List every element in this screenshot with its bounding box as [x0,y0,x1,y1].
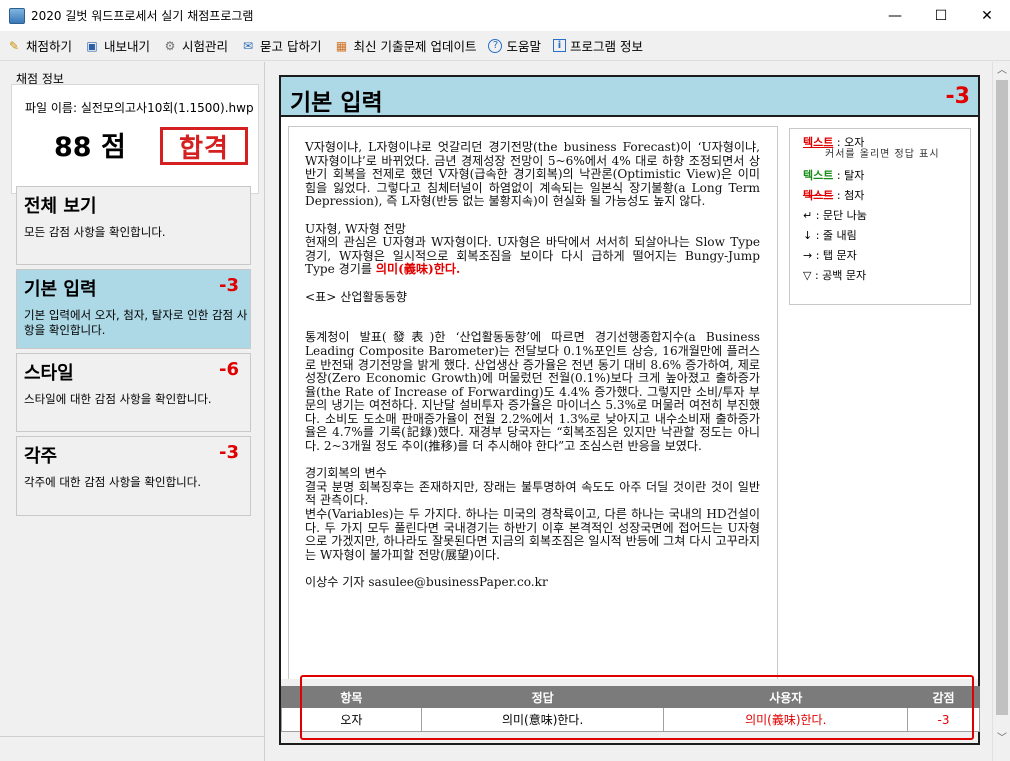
document-header: 기본 입력 -3 [281,77,978,117]
legend-tab: → : 탭 문자 [803,249,857,262]
total-score: 88 점 [54,132,126,163]
pencil-icon: ✎ [8,38,20,53]
byline: 이상수 기자 sasulee@businessPaper.co.kr [305,575,548,589]
title-bar: 2020 길벗 워드프로세서 실기 채점프로그램 — ☐ ✕ [0,0,1010,31]
menu-label: 최신 기출문제 업데이트 [353,39,477,54]
category-footnote[interactable]: 각주 -3 각주에 대한 감점 사항을 확인합니다. [16,436,251,516]
paragraph: 경기회복의 변수 결국 분명 회복징후는 존재하지만, 장래는 불투명하여 속도… [305,466,760,562]
category-desc: 각주에 대한 감점 사항을 확인합니다. [24,475,201,489]
legend-paragraph: ↵ : 문단 나눔 [803,209,867,222]
menu-grade[interactable]: ✎ 채점하기 [6,36,72,55]
divider [0,736,264,737]
result-highlight-box [300,675,974,740]
gear-icon: ⚙ [164,38,176,53]
paragraph: V자형이냐, L자형이냐로 엇갈리던 경기전망(the business For… [305,140,760,209]
category-style[interactable]: 스타일 -6 스타일에 대한 감점 사항을 확인합니다. [16,353,251,432]
save-icon: ▣ [86,38,98,53]
paragraph-text: 결국 분명 회복징후는 존재하지만, 장래는 불투명하여 속도도 아주 더딜 것… [305,479,760,508]
menu-qna[interactable]: ✉ 묻고 답하기 [240,36,322,55]
section-title: 기본 입력 [290,90,383,116]
paragraph: U자형, W자형 전망 현재의 관심은 U자형과 W자형이다. U자형은 바닥에… [305,221,760,277]
info-icon: i [553,39,566,52]
legend-add-sample: 텍스트 [803,189,834,202]
paragraph: 통계청이 발표(發表)한 ‘산업활동동향’에 따르면 경기선행종합지수(a Bu… [305,330,760,454]
chat-icon: ✉ [243,38,254,53]
menu-update[interactable]: ▦ 최신 기출문제 업데이트 [334,36,477,55]
menu-label: 프로그램 정보 [570,39,643,54]
category-desc: 모든 감점 사항을 확인합니다. [24,225,166,239]
help-icon: ? [488,38,503,53]
subheading: U자형, W자형 전망 [305,221,406,236]
legend-typo-hint: 커서를 올리면 정답 표시 [825,149,940,160]
category-deduct: -3 [219,442,239,463]
category-deduct: -6 [219,359,239,380]
category-title: 스타일 [24,363,74,384]
scroll-up-icon[interactable]: ︿ [996,65,1008,77]
paragraph-text: 변수(Variables)는 두 가지다. 하나는 미국의 경착륙이고, 다른 … [305,507,760,562]
legend-add-label: : 첨자 [836,189,865,202]
menu-help[interactable]: ? 도움말 [488,36,541,55]
app-icon [9,7,25,24]
legend-add: 텍스트 : 첨자 [803,186,970,206]
maximize-button[interactable]: ☐ [918,0,964,31]
minimize-button[interactable]: — [872,0,918,31]
category-all[interactable]: 전체 보기 모든 감점 사항을 확인합니다. [16,186,251,265]
pass-stamp: 합격 [160,127,248,165]
subheading: 경기회복의 변수 [305,466,387,481]
category-title: 기본 입력 [24,279,97,300]
score-box: 파일 이름: 실전모의고사10회(1.1500).hwp 88 점 합격 [11,84,259,194]
legend-linebreak: ↓ : 줄 내림 [803,229,857,242]
menu-exam-manage[interactable]: ⚙ 시험관리 [162,36,228,55]
legend-omit-label: : 탈자 [836,169,865,182]
table-caption: <표> 산업활동동향 [305,289,407,304]
menu-bar: ✎ 채점하기 ▣ 내보내기 ⚙ 시험관리 ✉ 묻고 답하기 ▦ 최신 기출문제 … [0,31,1010,61]
menu-label: 시험관리 [182,39,229,54]
menu-about[interactable]: i 프로그램 정보 [553,36,643,55]
legend-space: ▽ : 공백 문자 [803,269,867,282]
menu-label: 묻고 답하기 [260,39,322,54]
typo-highlight[interactable]: 의미(義味)한다. [376,262,460,277]
vertical-scrollbar[interactable]: ︿ ﹀ [992,62,1010,761]
category-title: 전체 보기 [24,196,97,217]
left-panel: 채점 정보 파일 이름: 실전모의고사10회(1.1500).hwp 88 점 … [0,62,265,761]
document-text: V자형이냐, L자형이냐로 엇갈리던 경기전망(the business For… [305,140,760,603]
scroll-thumb[interactable] [996,80,1008,715]
document-body: V자형이냐, L자형이냐로 엇갈리던 경기전망(the business For… [288,126,778,681]
legend-box: 텍스트 : 오자 커서를 올리면 정답 표시 텍스트 : 탈자 텍스트 : 첨자… [789,128,971,305]
scroll-down-icon[interactable]: ﹀ [996,733,1008,745]
category-basic-input[interactable]: 기본 입력 -3 기본 입력에서 오자, 첨자, 탈자로 인한 감점 사항을 확… [16,269,251,349]
window-title: 2020 길벗 워드프로세서 실기 채점프로그램 [31,9,254,23]
file-name: 파일 이름: 실전모의고사10회(1.1500).hwp [25,101,253,115]
legend-omit: 텍스트 : 탈자 [803,166,970,186]
menu-label: 도움말 [506,39,541,54]
window-controls: — ☐ ✕ [872,0,1010,31]
category-deduct: -3 [219,275,239,296]
paragraph-text: 현재의 관심은 U자형과 W자형이다. U자형은 바닥에서 서서히 되살아나는 … [305,235,760,277]
legend-omit-sample: 텍스트 [803,169,834,182]
close-button[interactable]: ✕ [964,0,1010,31]
category-desc: 스타일에 대한 감점 사항을 확인합니다. [24,392,212,406]
gift-icon: ▦ [335,38,348,53]
menu-export[interactable]: ▣ 내보내기 [84,36,150,55]
menu-label: 채점하기 [26,39,73,54]
category-desc: 기본 입력에서 오자, 첨자, 탈자로 인한 감점 사항을 확인합니다. [24,308,248,337]
category-title: 각주 [24,446,58,467]
section-deduct: -3 [945,84,970,109]
menu-label: 내보내기 [104,39,151,54]
